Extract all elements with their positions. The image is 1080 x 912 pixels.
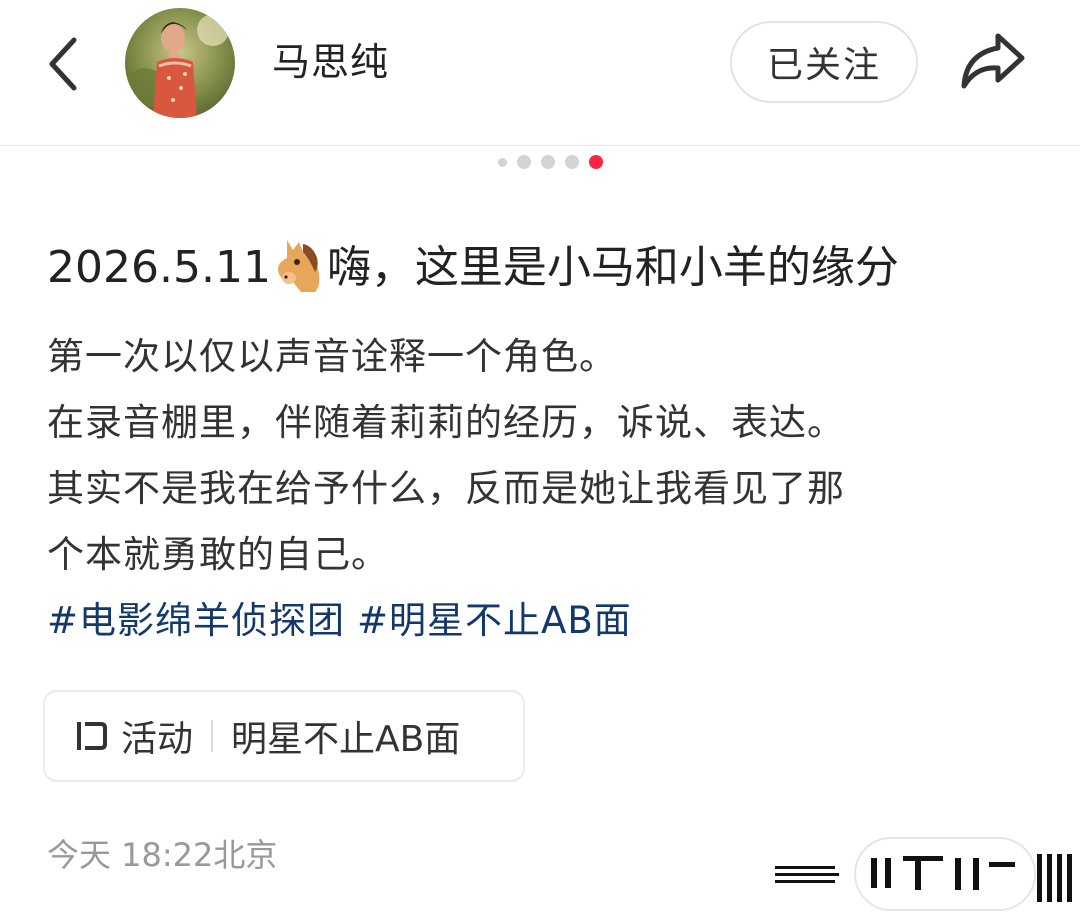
post-body-line: 个本就勇敢的自己。 <box>47 533 389 576</box>
post-body-line: 在录音棚里，伴随着莉莉的经历，诉说、表达。 <box>47 401 845 444</box>
hashtag-link[interactable]: #明星不止AB面 <box>357 599 632 642</box>
back-button[interactable] <box>30 28 94 100</box>
share-arrow-icon <box>961 33 1025 89</box>
post-detail-page: 马思纯 已关注 2026.5.11 嗨，这里是小马和小羊的缘分 第一次以仅以声音… <box>0 0 1080 912</box>
pager-dot <box>497 157 507 167</box>
pager-dot-active <box>588 155 603 169</box>
pager-dot <box>540 155 555 169</box>
post-title-date: 2026.5.11 <box>47 242 271 293</box>
avatar-photo <box>125 8 235 118</box>
activity-name: 明星不止AB面 <box>231 719 461 760</box>
activity-label: 活动 <box>121 719 194 760</box>
username[interactable]: 马思纯 <box>272 36 389 88</box>
avatar[interactable] <box>125 8 235 118</box>
watermark-logo <box>775 836 1075 912</box>
chevron-left-icon <box>49 37 77 91</box>
share-button[interactable] <box>955 28 1031 94</box>
pager-dot <box>564 155 579 169</box>
activity-flag-icon <box>77 722 107 750</box>
follow-button[interactable]: 已关注 <box>730 21 918 103</box>
hashtag-row: #电影绵羊侦探团 #明星不止AB面 <box>47 588 1032 654</box>
post-title: 2026.5.11 嗨，这里是小马和小羊的缘分 <box>47 236 1047 300</box>
hashtag-link[interactable]: #电影绵羊侦探团 <box>47 599 345 642</box>
pager-dot <box>516 155 531 169</box>
post-body-line: 其实不是我在给予什么，反而是她让我看见了那 <box>47 467 845 510</box>
activity-card[interactable]: 活动 明星不止AB面 <box>43 690 525 782</box>
activity-divider <box>211 720 214 752</box>
horse-face-emoji <box>277 240 320 292</box>
post-title-text: 嗨，这里是小马和小羊的缘分 <box>326 242 899 293</box>
image-pager-dots <box>0 153 1080 171</box>
post-body: 第一次以仅以声音诠释一个角色。 在录音棚里，伴随着莉莉的经历，诉说、表达。 其实… <box>47 324 1032 588</box>
top-bar: 马思纯 已关注 <box>0 0 1080 146</box>
post-timestamp: 今天 18:22北京 <box>47 836 278 874</box>
post-body-line: 第一次以仅以声音诠释一个角色。 <box>47 335 617 378</box>
